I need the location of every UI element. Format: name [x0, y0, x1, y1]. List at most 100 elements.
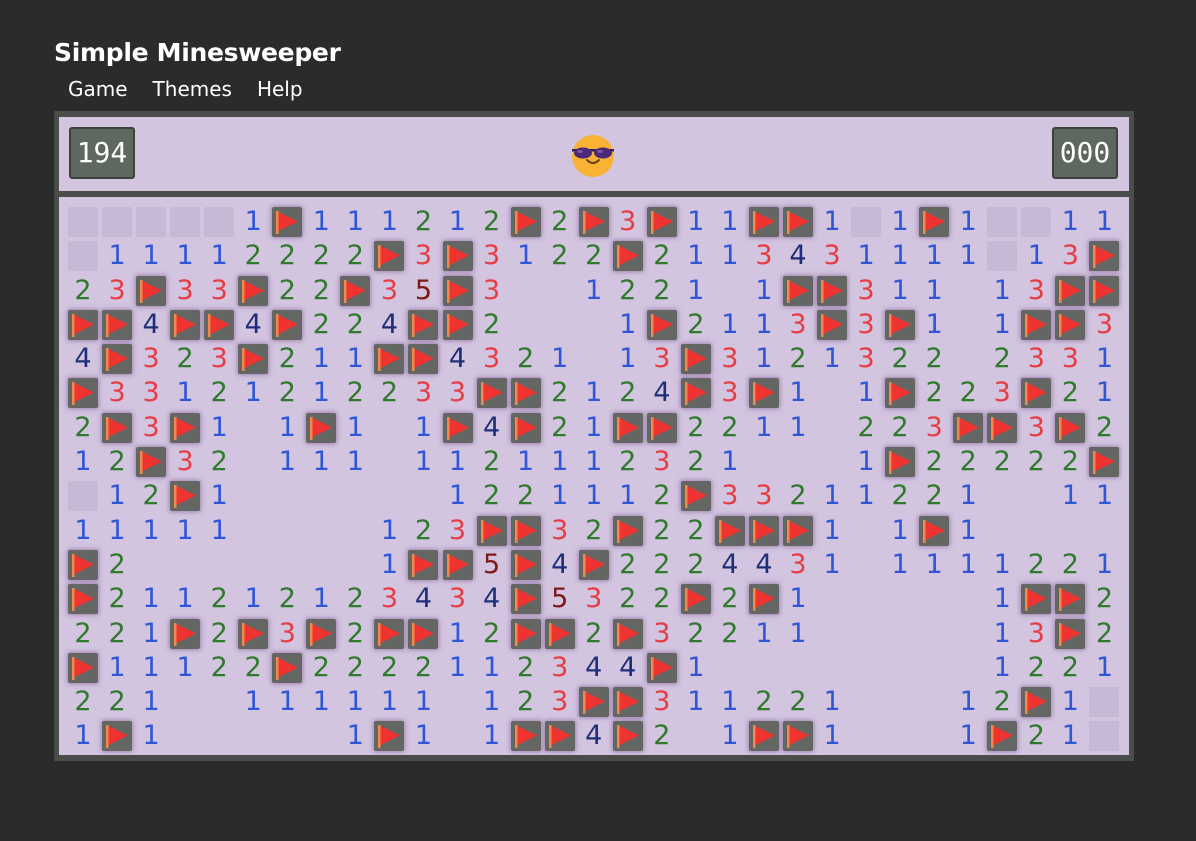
- open-cell[interactable]: [851, 584, 881, 614]
- open-cell[interactable]: [204, 687, 234, 717]
- menu-game[interactable]: Game: [68, 77, 128, 101]
- open-cell[interactable]: [511, 310, 541, 340]
- open-cell[interactable]: [545, 276, 575, 306]
- number-cell[interactable]: 2: [68, 412, 98, 443]
- flagged-cell[interactable]: [612, 412, 643, 443]
- number-cell[interactable]: 2: [408, 515, 438, 546]
- number-cell[interactable]: 1: [579, 378, 609, 408]
- number-cell[interactable]: 3: [545, 515, 575, 546]
- number-cell[interactable]: 2: [272, 584, 302, 614]
- open-cell[interactable]: [817, 413, 847, 443]
- number-cell[interactable]: 2: [919, 378, 949, 408]
- flagged-cell[interactable]: [1021, 687, 1052, 718]
- number-cell[interactable]: 1: [238, 378, 268, 408]
- number-cell[interactable]: 4: [443, 344, 473, 374]
- number-cell[interactable]: 3: [374, 584, 404, 614]
- number-cell[interactable]: 1: [715, 241, 745, 271]
- number-cell[interactable]: 1: [817, 687, 847, 717]
- number-cell[interactable]: 1: [817, 549, 847, 580]
- number-cell[interactable]: 2: [545, 207, 575, 237]
- open-cell[interactable]: [817, 447, 847, 477]
- flagged-cell[interactable]: [510, 618, 541, 649]
- flagged-cell[interactable]: [102, 344, 133, 375]
- number-cell[interactable]: 3: [1055, 344, 1085, 374]
- number-cell[interactable]: 1: [817, 481, 847, 511]
- number-cell[interactable]: 1: [136, 652, 166, 683]
- open-cell[interactable]: [272, 550, 302, 580]
- flagged-cell[interactable]: [374, 241, 405, 272]
- flagged-cell[interactable]: [817, 275, 848, 306]
- flagged-cell[interactable]: [782, 207, 813, 237]
- open-cell[interactable]: [238, 447, 268, 477]
- flagged-cell[interactable]: [612, 515, 643, 546]
- number-cell[interactable]: 1: [613, 309, 643, 340]
- flagged-cell[interactable]: [68, 378, 98, 409]
- flagged-cell[interactable]: [782, 515, 813, 546]
- number-cell[interactable]: 2: [204, 618, 234, 649]
- number-cell[interactable]: 2: [272, 344, 302, 374]
- number-cell[interactable]: 1: [749, 412, 779, 443]
- number-cell[interactable]: 2: [306, 309, 336, 340]
- number-cell[interactable]: 2: [1021, 447, 1051, 477]
- number-cell[interactable]: 1: [783, 412, 813, 443]
- number-cell[interactable]: 2: [511, 481, 541, 511]
- number-cell[interactable]: 1: [953, 549, 983, 580]
- flagged-cell[interactable]: [885, 447, 916, 478]
- number-cell[interactable]: 2: [647, 241, 677, 271]
- flagged-cell[interactable]: [782, 721, 813, 752]
- number-cell[interactable]: 1: [749, 309, 779, 340]
- number-cell[interactable]: 4: [408, 584, 438, 614]
- number-cell[interactable]: 3: [443, 515, 473, 546]
- number-cell[interactable]: 2: [340, 378, 370, 408]
- number-cell[interactable]: 1: [68, 515, 98, 546]
- flagged-cell[interactable]: [1089, 275, 1120, 306]
- number-cell[interactable]: 2: [919, 344, 949, 374]
- open-cell[interactable]: [817, 378, 847, 408]
- flagged-cell[interactable]: [1089, 241, 1120, 272]
- hidden-cell[interactable]: [102, 207, 133, 237]
- flagged-cell[interactable]: [782, 275, 813, 306]
- number-cell[interactable]: 2: [715, 584, 745, 614]
- flagged-cell[interactable]: [340, 275, 371, 306]
- open-cell[interactable]: [170, 687, 200, 717]
- number-cell[interactable]: 5: [545, 584, 575, 614]
- flagged-cell[interactable]: [272, 207, 303, 237]
- flagged-cell[interactable]: [102, 721, 133, 752]
- number-cell[interactable]: 2: [987, 687, 1017, 717]
- number-cell[interactable]: 1: [136, 584, 166, 614]
- number-cell[interactable]: 4: [715, 549, 745, 580]
- flagged-cell[interactable]: [374, 344, 405, 375]
- number-cell[interactable]: 1: [1089, 344, 1119, 374]
- flagged-cell[interactable]: [476, 378, 507, 409]
- number-cell[interactable]: 2: [170, 344, 200, 374]
- number-cell[interactable]: 1: [340, 447, 370, 477]
- number-cell[interactable]: 1: [715, 447, 745, 477]
- number-cell[interactable]: 1: [511, 447, 541, 477]
- number-cell[interactable]: 2: [885, 481, 915, 511]
- number-cell[interactable]: 1: [238, 687, 268, 717]
- number-cell[interactable]: 1: [987, 275, 1017, 306]
- cool-sunglasses-face-icon[interactable]: [572, 135, 614, 177]
- number-cell[interactable]: 1: [204, 412, 234, 443]
- number-cell[interactable]: 2: [477, 309, 507, 340]
- number-cell[interactable]: 2: [340, 584, 370, 614]
- flagged-cell[interactable]: [238, 618, 269, 649]
- number-cell[interactable]: 2: [919, 447, 949, 477]
- open-cell[interactable]: [715, 276, 745, 306]
- open-cell[interactable]: [238, 481, 268, 511]
- number-cell[interactable]: 2: [613, 378, 643, 408]
- number-cell[interactable]: 2: [102, 687, 132, 717]
- flagged-cell[interactable]: [544, 721, 575, 752]
- number-cell[interactable]: 2: [613, 275, 643, 306]
- flagged-cell[interactable]: [817, 309, 848, 340]
- hidden-cell[interactable]: [204, 207, 235, 237]
- hidden-cell[interactable]: [1021, 207, 1052, 237]
- flagged-cell[interactable]: [442, 412, 473, 443]
- number-cell[interactable]: 3: [783, 309, 813, 340]
- flagged-cell[interactable]: [1055, 309, 1086, 340]
- number-cell[interactable]: 1: [919, 309, 949, 340]
- number-cell[interactable]: 1: [238, 584, 268, 614]
- number-cell[interactable]: 1: [306, 687, 336, 717]
- open-cell[interactable]: [545, 310, 575, 340]
- number-cell[interactable]: 1: [1055, 481, 1085, 511]
